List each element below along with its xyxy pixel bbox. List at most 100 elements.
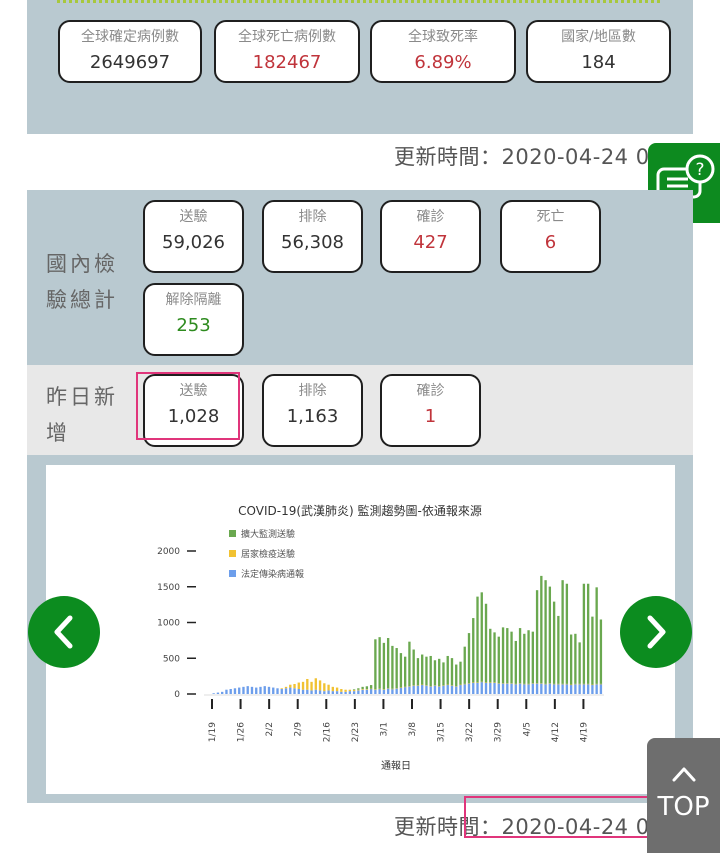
bar [216, 692, 220, 694]
yesterday-label: 昨日新增 [46, 385, 118, 445]
card-value: 2649697 [89, 52, 171, 73]
bar [540, 575, 543, 684]
chevron-up-icon [672, 767, 695, 782]
bar [446, 684, 449, 686]
bar [574, 683, 577, 685]
bar [535, 683, 539, 694]
x-tick-label: 2/9 [294, 722, 304, 737]
bar [310, 690, 313, 694]
domestic-excluded-card: 排除 56,308 [262, 200, 363, 273]
global-stats-panel: 全球確定病例數 2649697 全球死亡病例數 182467 全球致死率 6.8… [27, 0, 693, 134]
bar [433, 685, 437, 686]
card-value: 427 [413, 232, 448, 253]
x-tick-label: 2/23 [351, 722, 361, 742]
back-to-top-button[interactable]: TOP [647, 738, 720, 853]
bar [489, 628, 492, 683]
bar [323, 691, 326, 694]
card-label: 全球死亡病例數 [238, 29, 336, 45]
bar [361, 686, 364, 689]
bar [561, 683, 564, 685]
bar [374, 689, 377, 690]
bar [421, 684, 424, 694]
bar [446, 655, 449, 685]
bar [493, 682, 496, 683]
card-value: 6.89% [414, 52, 472, 73]
global-fatality-card: 全球致死率 6.89% [370, 20, 516, 83]
domestic-deaths-card: 死亡 6 [500, 200, 601, 273]
y-tick-label: 2000 [157, 547, 180, 557]
bar [442, 685, 445, 694]
bar [374, 689, 377, 694]
bar [591, 684, 594, 694]
domestic-stats-panel: 國內檢驗總計 送驗 59,026 排除 56,308 確診 427 死亡 6 解… [27, 190, 693, 365]
bar [242, 686, 245, 694]
card-value: 184 [581, 52, 616, 73]
bar [497, 683, 500, 694]
bar [565, 683, 569, 694]
bar [297, 688, 300, 694]
x-tick-label: 1/19 [208, 722, 218, 742]
bar [391, 688, 394, 690]
bar [510, 683, 513, 694]
bar [391, 688, 394, 694]
bar [361, 688, 364, 690]
bar [238, 687, 241, 694]
bar [250, 686, 254, 694]
bar [340, 688, 343, 692]
bar [352, 690, 356, 692]
bar [544, 580, 547, 684]
bar [463, 683, 466, 685]
bar [501, 683, 505, 694]
bar [344, 691, 347, 694]
bar [412, 685, 415, 694]
bar [540, 683, 543, 684]
bar [327, 690, 330, 694]
bar [450, 658, 454, 686]
bar [289, 684, 292, 688]
bar [404, 686, 407, 694]
bar [433, 685, 437, 694]
bar [378, 688, 381, 690]
bar [378, 637, 381, 689]
bar [399, 687, 403, 688]
bar [557, 615, 560, 684]
bar [552, 601, 556, 684]
bar [446, 684, 449, 694]
bar [429, 685, 432, 687]
bar [314, 689, 317, 694]
bar [599, 683, 603, 694]
x-tick-label: 3/8 [408, 722, 418, 737]
bar [395, 688, 398, 689]
bar [582, 683, 586, 685]
card-label: 排除 [298, 209, 327, 225]
bar [438, 685, 441, 687]
bar [527, 683, 530, 685]
bar [569, 634, 573, 685]
bar [276, 688, 279, 694]
x-tick-label: 4/5 [522, 722, 532, 736]
bar [552, 683, 556, 685]
bar [352, 691, 356, 694]
bar [510, 631, 513, 684]
bar [548, 586, 552, 684]
prev-slide-button[interactable] [28, 596, 100, 668]
bar [382, 689, 386, 694]
bar [374, 639, 377, 690]
bar [523, 633, 526, 684]
bar [399, 687, 403, 694]
bar [459, 661, 462, 685]
bar [416, 685, 420, 686]
next-slide-button[interactable] [620, 596, 692, 668]
bar [467, 683, 471, 684]
bar [412, 649, 415, 686]
bar [408, 641, 411, 686]
bar [472, 682, 475, 694]
bar [327, 684, 330, 691]
bar [544, 683, 547, 694]
update-time: 更新時間：2020-04-24 0 [394, 145, 650, 169]
bar [225, 689, 228, 694]
bar [348, 691, 352, 694]
bar [591, 616, 594, 685]
top-label: TOP [657, 792, 710, 822]
bar [514, 683, 517, 694]
